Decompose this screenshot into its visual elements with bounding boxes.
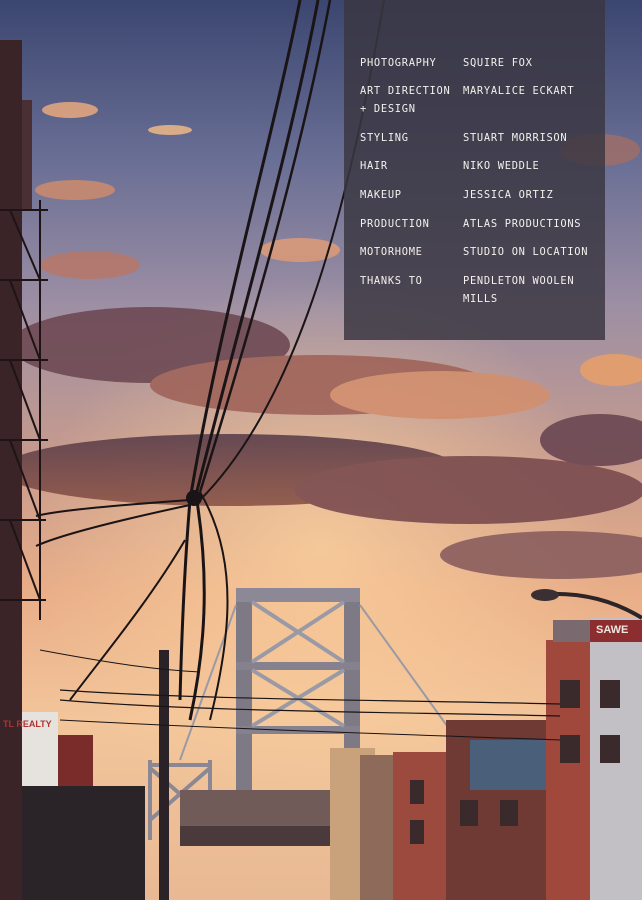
credit-name: PENDLETON WOOLEN MILLS — [463, 272, 603, 308]
credit-role: STYLING — [360, 132, 409, 144]
credit-name: NIKO WEDDLE — [463, 160, 540, 172]
credit-name: STUART MORRISON — [463, 132, 568, 144]
credit-name: ATLAS PRODUCTIONS — [463, 218, 582, 230]
graffiti-sign-text: SAWE — [596, 624, 629, 636]
credit-name: SQUIRE FOX — [463, 57, 533, 69]
credit-role: MAKEUP — [360, 189, 402, 201]
credit-name: MARYALICE ECKART — [463, 85, 575, 97]
credit-role: MOTORHOME — [360, 246, 423, 258]
realty-sign-text: TL REALTY — [3, 719, 52, 729]
credit-name: JESSICA ORTIZ — [463, 189, 554, 201]
credits-panel: PHOTOGRAPHY SQUIRE FOX ART DIRECTION + D… — [344, 0, 605, 340]
credit-role: PHOTOGRAPHY — [360, 57, 437, 69]
credit-role: HAIR — [360, 160, 388, 172]
credit-role-line: + DESIGN — [360, 103, 416, 115]
graffiti-sign: SAWE — [592, 621, 642, 639]
credit-role: PRODUCTION — [360, 218, 430, 230]
credit-role: THANKS TO — [360, 275, 423, 287]
credit-role-line: ART DIRECTION — [360, 85, 451, 97]
realty-sign: TL REALTY — [0, 715, 56, 733]
credit-name-line: PENDLETON WOOLEN — [463, 275, 575, 287]
credit-name: STUDIO ON LOCATION — [463, 246, 589, 258]
utility-pole — [159, 650, 169, 900]
credit-name-line: MILLS — [463, 293, 498, 305]
credit-role: ART DIRECTION + DESIGN — [360, 82, 458, 118]
